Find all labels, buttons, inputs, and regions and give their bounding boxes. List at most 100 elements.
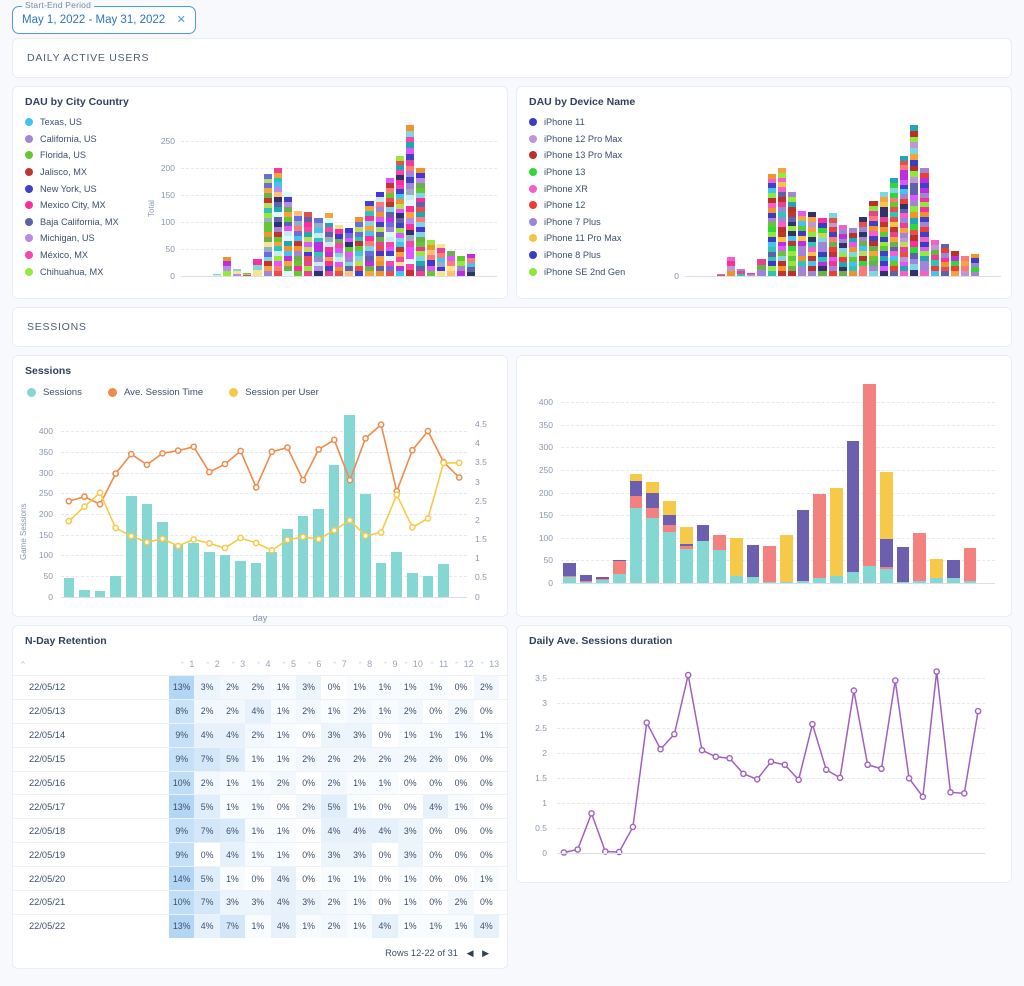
bar[interactable]: [263, 173, 272, 276]
table-row[interactable]: 22/05/13 8% 2% 2% 4% 1% 2% 1% 2% 1% 2% 0% 2% 0%: [13, 698, 507, 723]
bar[interactable]: [838, 224, 847, 276]
bar[interactable]: [736, 269, 746, 276]
sort-caret-icon[interactable]: ⌃: [403, 662, 409, 669]
bar[interactable]: [808, 212, 817, 276]
bar[interactable]: [899, 155, 909, 276]
bar[interactable]: [798, 211, 807, 276]
legend-city-item[interactable]: New York, US: [25, 180, 141, 197]
bar[interactable]: [767, 173, 776, 276]
legend-device-item[interactable]: iPhone 13: [529, 164, 645, 181]
bar[interactable]: [796, 509, 810, 583]
retention-column-header[interactable]: ⌃ 7: [321, 659, 347, 669]
bar[interactable]: [961, 255, 970, 276]
bar[interactable]: [828, 212, 837, 276]
bar[interactable]: [757, 259, 766, 276]
retention-column-header[interactable]: ⌃ 4: [245, 659, 271, 669]
retention-column-header[interactable]: ⌃ 8: [347, 659, 372, 669]
legend-city-item[interactable]: México, MX: [25, 247, 141, 264]
bar[interactable]: [395, 155, 405, 276]
bar[interactable]: [579, 575, 593, 583]
sort-caret-icon[interactable]: ⌃: [256, 662, 262, 669]
bar[interactable]: [324, 212, 333, 276]
legend-city-item[interactable]: Texas, US: [25, 114, 141, 131]
bar[interactable]: [896, 546, 910, 583]
legend-city-item[interactable]: Michigan, US: [25, 230, 141, 247]
bar[interactable]: [787, 191, 797, 276]
bar[interactable]: [963, 547, 977, 583]
bar[interactable]: [416, 168, 425, 276]
bar[interactable]: [713, 534, 726, 583]
sort-caret-icon[interactable]: ⌃: [429, 662, 435, 669]
bar[interactable]: [365, 201, 374, 276]
table-row[interactable]: 22/05/18 9% 7% 6% 1% 1% 0% 4% 4% 4% 3% 0% 0% 0%: [13, 818, 507, 843]
bar[interactable]: [869, 201, 878, 276]
bar[interactable]: [457, 255, 466, 276]
bar[interactable]: [889, 177, 898, 276]
bar[interactable]: [920, 168, 929, 276]
bar[interactable]: [910, 124, 919, 276]
table-row[interactable]: 22/05/12 13% 3% 2% 2% 1% 3% 0% 1% 1% 1% 1% 0% 2%: [13, 675, 507, 699]
bar[interactable]: [222, 256, 231, 276]
retention-column-header[interactable]: ⌃ 1: [169, 659, 195, 669]
legend-city-item[interactable]: Baja California, MX: [25, 214, 141, 231]
bar[interactable]: [849, 228, 858, 276]
retention-column-header[interactable]: ⌃ 10: [398, 659, 423, 669]
bar[interactable]: [726, 256, 735, 276]
bar[interactable]: [629, 473, 643, 583]
legend-device-item[interactable]: iPhone XR: [529, 180, 645, 197]
retention-column-header[interactable]: ⌃ 5: [271, 659, 296, 669]
bar[interactable]: [385, 177, 394, 276]
table-row[interactable]: 22/05/16 10% 2% 1% 1% 2% 0% 2% 1% 1% 0% 0% 0% 0%: [13, 770, 507, 795]
table-row[interactable]: 22/05/15 9% 7% 5% 1% 1% 2% 2% 2% 2% 2% 2% 0% 0%: [13, 746, 507, 771]
retention-sort-icon-date[interactable]: ^: [21, 660, 169, 669]
legend-city-item[interactable]: Mexico City, MX: [25, 197, 141, 214]
bar[interactable]: [729, 538, 743, 583]
bar[interactable]: [304, 212, 313, 276]
bar[interactable]: [880, 472, 893, 583]
bar[interactable]: [879, 192, 888, 276]
bar[interactable]: [563, 562, 576, 583]
bar[interactable]: [663, 500, 676, 583]
legend-combo-item[interactable]: Session per User: [229, 384, 319, 401]
bar[interactable]: [345, 228, 354, 276]
retention-column-header[interactable]: ⌃ 9: [372, 659, 398, 669]
bar[interactable]: [946, 560, 960, 583]
legend-device-item[interactable]: iPhone 7 Plus: [529, 214, 645, 231]
legend-device-item[interactable]: iPhone 12 Pro Max: [529, 131, 645, 148]
retention-column-header[interactable]: ⌃ 11: [423, 659, 448, 669]
legend-device-item[interactable]: iPhone 13 Pro Max: [529, 147, 645, 164]
table-row[interactable]: 22/05/17 13% 5% 1% 1% 0% 2% 5% 1% 0% 0% 4% 1% 0%: [13, 794, 507, 819]
legend-city-item[interactable]: California, US: [25, 131, 141, 148]
sort-caret-icon[interactable]: ⌃: [230, 662, 236, 669]
bar[interactable]: [930, 558, 943, 583]
bar[interactable]: [446, 250, 456, 276]
chevron-left-icon[interactable]: ◀: [467, 948, 474, 958]
sort-caret-icon[interactable]: ⌃: [306, 662, 312, 669]
retention-column-header[interactable]: ⌃ 12: [448, 659, 474, 669]
bar[interactable]: [314, 218, 323, 276]
bar[interactable]: [746, 545, 760, 583]
legend-combo-item[interactable]: Ave. Session Time: [107, 384, 203, 401]
bar[interactable]: [426, 239, 435, 276]
bar[interactable]: [818, 218, 827, 276]
legend-city-item[interactable]: Chihuahua, MX: [25, 263, 141, 280]
table-row[interactable]: 22/05/14 9% 4% 4% 2% 1% 0% 3% 3% 0% 1% 1% 1% 1%: [13, 722, 507, 747]
legend-combo-item[interactable]: Sessions: [27, 384, 82, 401]
sort-caret-icon[interactable]: ⌃: [383, 662, 389, 669]
bar[interactable]: [930, 239, 939, 276]
bar[interactable]: [950, 250, 960, 276]
bar[interactable]: [406, 124, 415, 276]
sort-caret-icon[interactable]: ⌃: [180, 662, 186, 669]
bar[interactable]: [334, 224, 343, 276]
legend-device-item[interactable]: iPhone 11: [529, 114, 645, 131]
legend-device-item[interactable]: iPhone 11 Pro Max: [529, 230, 645, 247]
bar[interactable]: [940, 243, 949, 276]
bar[interactable]: [763, 546, 776, 583]
table-row[interactable]: 22/05/22 13% 4% 7% 1% 4% 1% 2% 1% 4% 1% 1% 1% 4%: [13, 913, 507, 938]
sort-caret-icon[interactable]: ⌃: [332, 662, 338, 669]
sort-caret-icon[interactable]: ⌃: [281, 662, 287, 669]
chevron-right-icon[interactable]: ▶: [482, 948, 489, 958]
legend-device-item[interactable]: iPhone 12: [529, 197, 645, 214]
bar[interactable]: [830, 488, 843, 583]
bar[interactable]: [375, 192, 384, 276]
